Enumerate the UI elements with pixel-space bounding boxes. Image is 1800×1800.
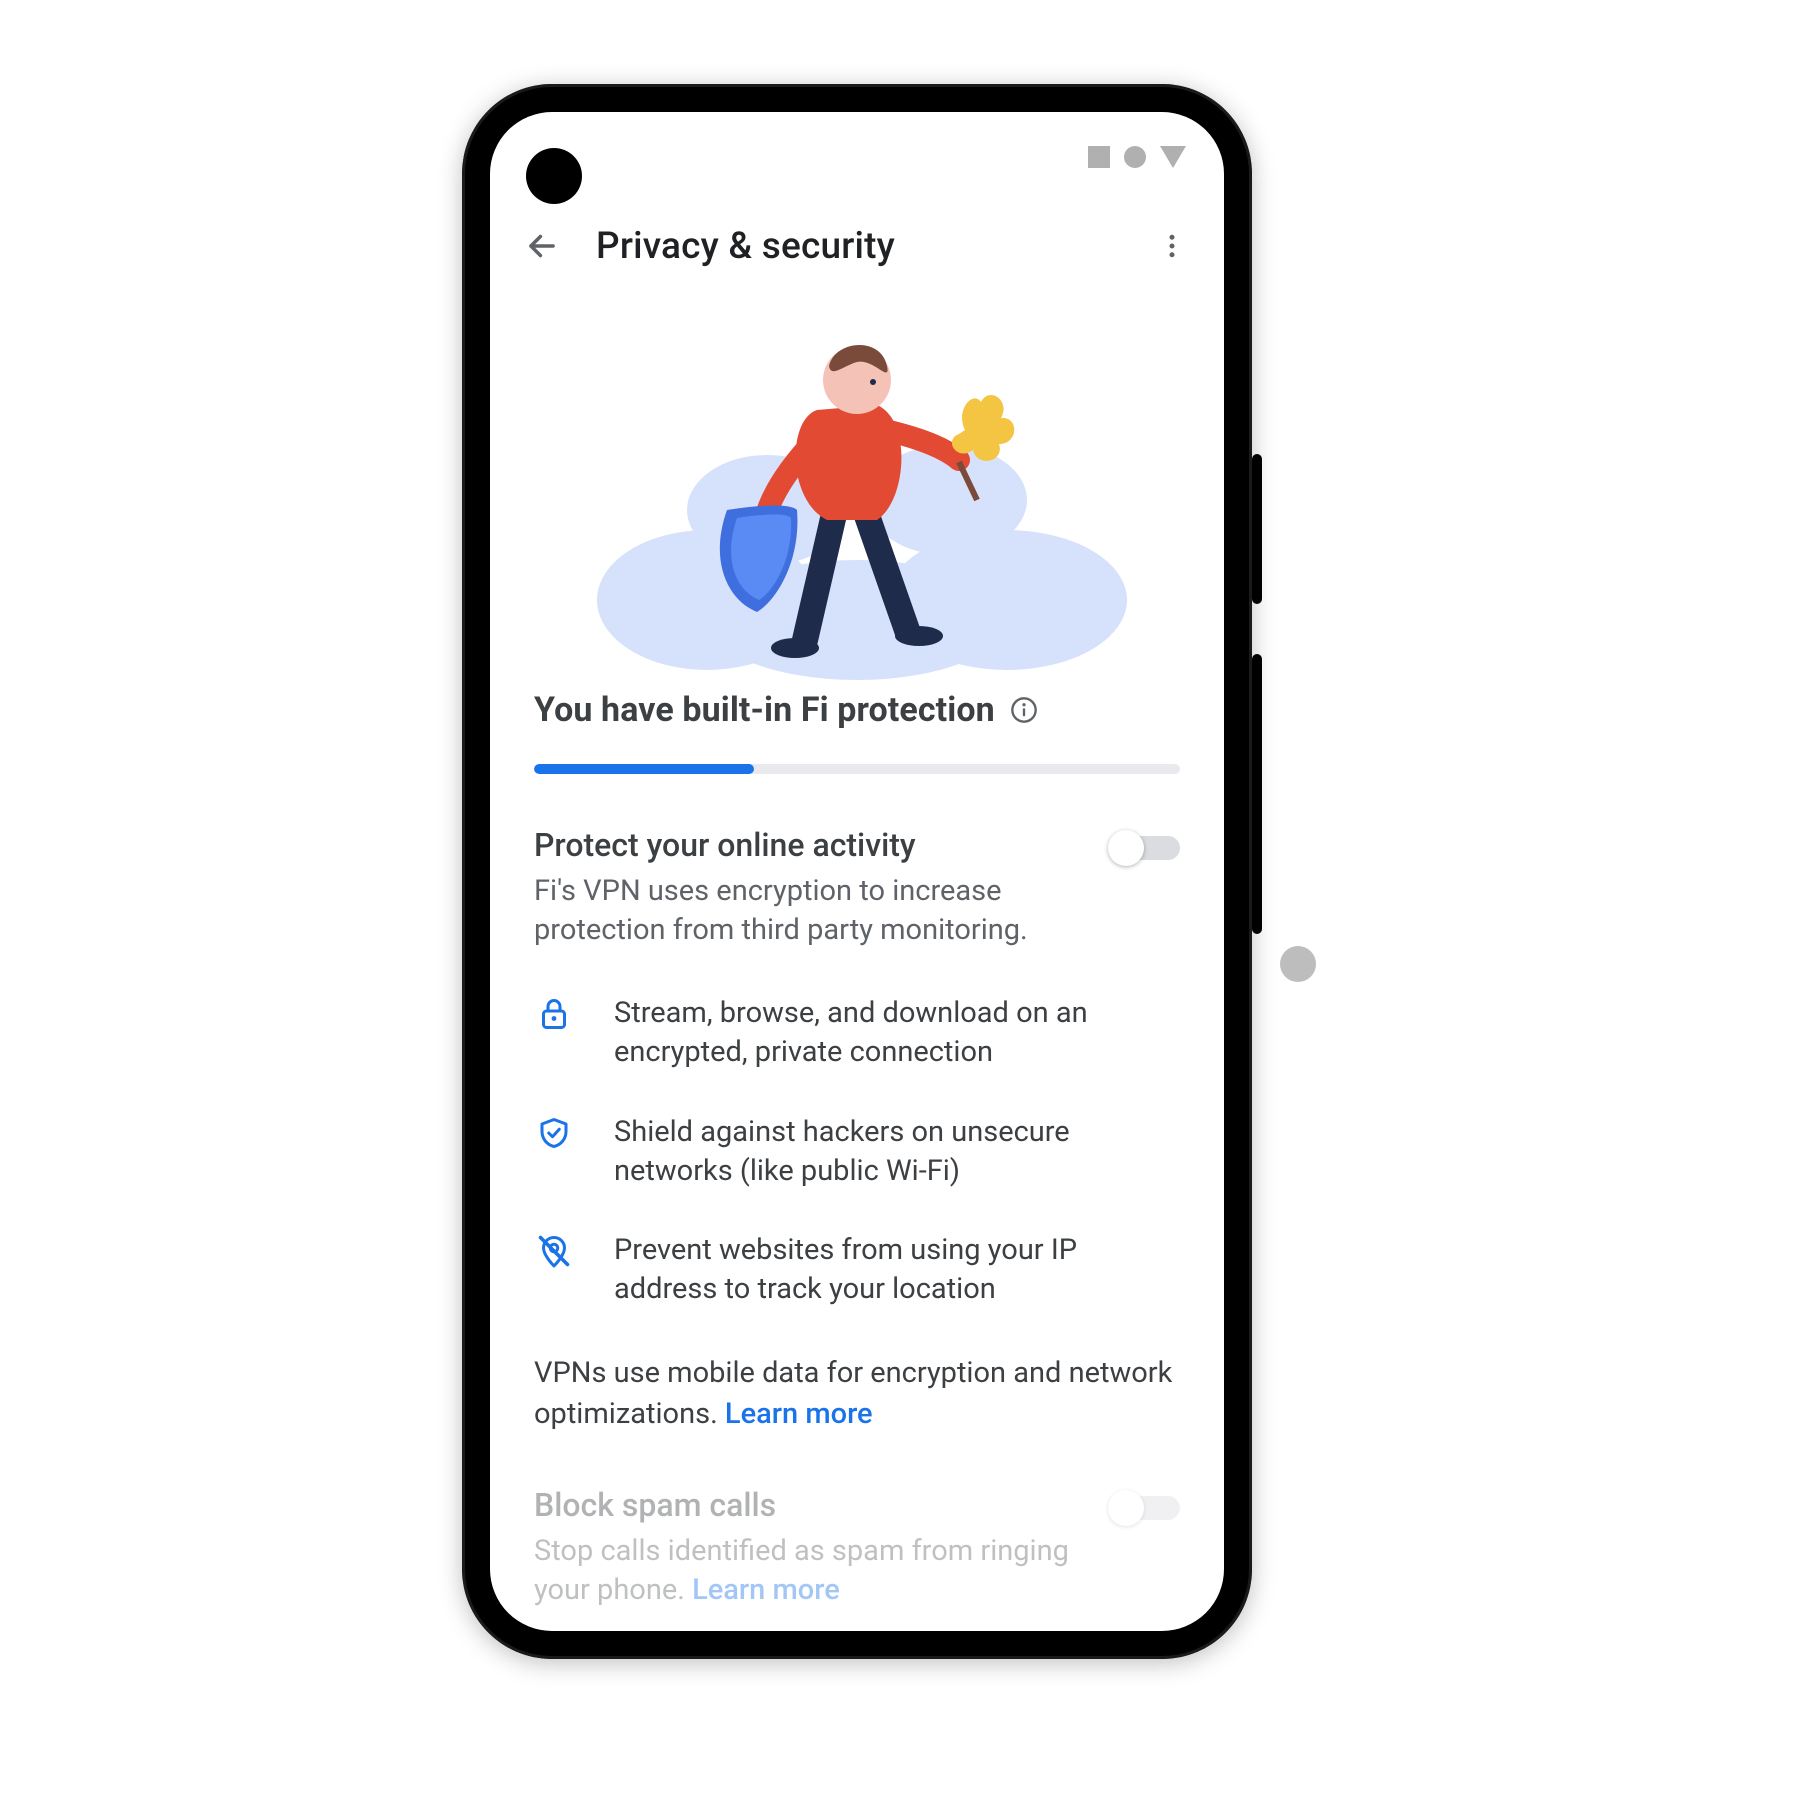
feature-text: Shield against hackers on unsecure netwo… — [614, 1113, 1180, 1191]
info-button[interactable] — [1009, 695, 1039, 725]
spam-toggle[interactable] — [1108, 1490, 1180, 1526]
location-off-icon — [534, 1231, 574, 1271]
feature-item: Prevent websites from using your IP addr… — [534, 1231, 1180, 1309]
app-bar: Privacy & security — [490, 202, 1224, 290]
toggle-thumb — [1108, 1490, 1144, 1526]
vpn-setting: Protect your online activity Fi's VPN us… — [534, 826, 1180, 950]
back-button[interactable] — [518, 222, 566, 270]
headline: You have built-in Fi protection — [534, 690, 995, 730]
vpn-note: VPNs use mobile data for encryption and … — [534, 1353, 1180, 1434]
shield-check-icon — [534, 1113, 574, 1153]
status-circle-icon — [1124, 146, 1146, 168]
vpn-learn-more-link[interactable]: Learn more — [725, 1397, 873, 1431]
feature-text: Stream, browse, and download on an encry… — [614, 994, 1180, 1072]
spam-setting-title: Block spam calls — [534, 1486, 1180, 1524]
lock-icon — [534, 994, 574, 1034]
front-camera — [526, 148, 582, 204]
hero-illustration — [490, 290, 1224, 690]
vpn-setting-description: Fi's VPN uses encryption to increase pro… — [534, 872, 1074, 950]
status-triangle-icon — [1160, 146, 1186, 168]
feature-item: Shield against hackers on unsecure netwo… — [534, 1113, 1180, 1191]
vpn-feature-list: Stream, browse, and download on an encry… — [534, 994, 1180, 1309]
spam-setting: Block spam calls Stop calls identified a… — [534, 1486, 1180, 1610]
phone-frame: Privacy & security — [462, 84, 1252, 1659]
spam-learn-more-link[interactable]: Learn more — [692, 1573, 840, 1607]
feature-text: Prevent websites from using your IP addr… — [614, 1231, 1180, 1309]
spam-setting-description: Stop calls identified as spam from ringi… — [534, 1532, 1074, 1610]
status-bar — [490, 112, 1224, 202]
status-square-icon — [1088, 146, 1110, 168]
screen: Privacy & security — [490, 112, 1224, 1631]
vpn-toggle[interactable] — [1108, 830, 1180, 866]
protection-progress — [534, 764, 1180, 774]
overflow-menu-button[interactable] — [1148, 222, 1196, 270]
more-vert-icon — [1157, 231, 1187, 261]
protection-progress-fill — [534, 764, 754, 774]
feature-item: Stream, browse, and download on an encry… — [534, 994, 1180, 1072]
arrow-left-icon — [523, 227, 561, 265]
toggle-thumb — [1108, 830, 1144, 866]
info-icon — [1010, 696, 1038, 724]
headline-row: You have built-in Fi protection — [534, 690, 1180, 730]
cursor-dot — [1280, 946, 1316, 982]
page-title: Privacy & security — [596, 225, 1118, 268]
vpn-setting-title: Protect your online activity — [534, 826, 1180, 864]
